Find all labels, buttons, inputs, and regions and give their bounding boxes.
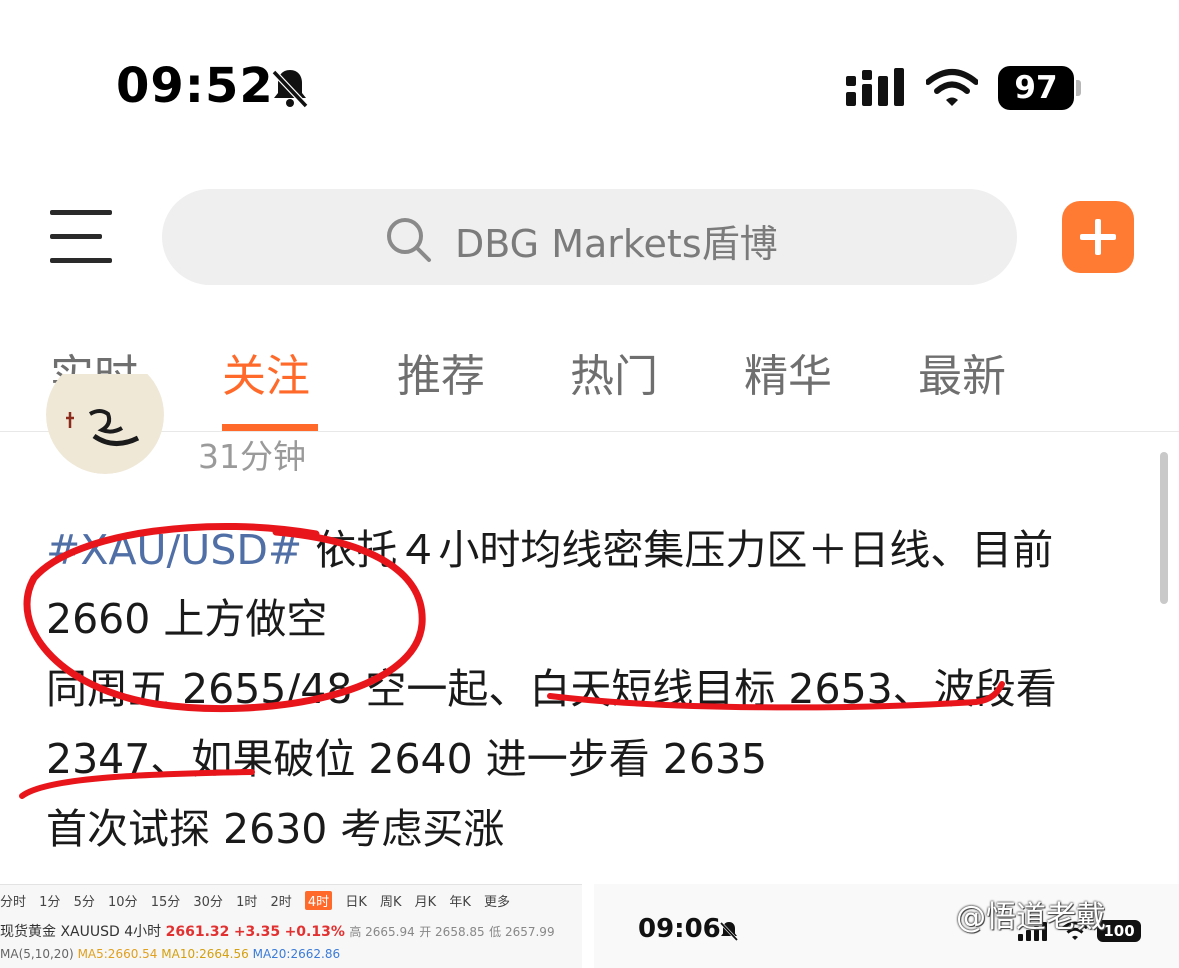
add-post-button[interactable] bbox=[1062, 201, 1134, 273]
search-bar[interactable]: DBG Markets盾博 bbox=[162, 189, 1017, 285]
period-option: 30分 bbox=[193, 895, 223, 910]
menu-icon-bar bbox=[50, 258, 112, 263]
ma-label: MA(5,10,20) bbox=[0, 947, 74, 961]
period-option: 年K bbox=[449, 895, 471, 910]
avatar-calligraphy-logo bbox=[66, 409, 140, 446]
period-option: 5分 bbox=[73, 895, 95, 910]
menu-icon-bar bbox=[50, 210, 112, 215]
battery-level: 97 bbox=[1014, 70, 1058, 106]
post-text-line: 2660 上方做空 bbox=[46, 595, 328, 643]
tab-featured[interactable]: 精华 bbox=[744, 340, 832, 404]
tab-latest[interactable]: 最新 bbox=[918, 340, 1006, 404]
price-change-pct: +0.13% bbox=[284, 924, 345, 940]
high-price: 高 2665.94 bbox=[349, 925, 415, 939]
menu-icon-bar bbox=[50, 234, 102, 239]
post-text-line: #XAU/USD# 依托４小时均线密集压力区＋日线、目前 bbox=[46, 516, 1053, 576]
tab-bar: 实时 关注 推荐 热门 精华 最新 bbox=[0, 340, 1179, 432]
watermark: @悟道老戴 bbox=[956, 900, 1106, 935]
signal-icon bbox=[846, 68, 904, 106]
bell-off-icon bbox=[271, 69, 309, 109]
interval-label: 4小时 bbox=[124, 924, 162, 940]
price-change: +3.35 bbox=[233, 924, 281, 940]
symbol-name: 现货黄金 XAUUSD bbox=[0, 924, 120, 940]
period-option: 2时 bbox=[270, 895, 292, 910]
ma5-value: MA5:2660.54 bbox=[77, 947, 158, 961]
period-option: 日K bbox=[345, 895, 367, 910]
post-timestamp: 31分钟 bbox=[198, 437, 306, 476]
wifi-icon bbox=[926, 69, 978, 106]
menu-button[interactable] bbox=[50, 210, 112, 264]
period-option: 10分 bbox=[108, 895, 138, 910]
tab-recommended[interactable]: 推荐 bbox=[397, 340, 485, 404]
post-text-line: 首次试探 2630 考虑买涨 bbox=[46, 805, 505, 853]
period-option: 15分 bbox=[150, 895, 181, 910]
moving-average-row: MA(5,10,20) MA5:2660.54 MA10:2664.56 MA2… bbox=[0, 947, 340, 961]
period-option: 分时 bbox=[0, 895, 27, 910]
open-price: 开 2658.85 bbox=[419, 925, 485, 939]
tab-hot[interactable]: 热门 bbox=[570, 340, 658, 404]
scrollbar[interactable] bbox=[1160, 452, 1168, 604]
screen: 09:52 97 DBG Markets盾博 关注 推荐 热门 精华 最新 31… bbox=[0, 0, 1179, 968]
search-placeholder: DBG Markets盾博 bbox=[455, 222, 778, 266]
last-price: 2661.32 bbox=[165, 924, 230, 940]
post-text: 依托４小时均线密集压力区＋日线、目前 bbox=[302, 526, 1054, 574]
period-option-active: 4时 bbox=[304, 891, 333, 910]
low-price: 低 2657.99 bbox=[489, 925, 555, 939]
ma20-value: MA20:2662.86 bbox=[252, 947, 341, 961]
tab-following[interactable]: 关注 bbox=[222, 340, 310, 404]
period-option: 1分 bbox=[39, 895, 61, 910]
period-option: 周K bbox=[380, 895, 402, 910]
post-text-line: 同周五 2655/48 空一起、白天短线目标 2653、波段看 bbox=[46, 665, 1057, 713]
battery-icon: 97 bbox=[998, 66, 1082, 110]
ma10-value: MA10:2664.56 bbox=[161, 947, 249, 961]
quote-row: 现货黄金 XAUUSD 4小时 2661.32 +3.35 +0.13% 高 2… bbox=[0, 921, 555, 941]
period-option: 1时 bbox=[236, 895, 258, 910]
search-icon bbox=[387, 218, 431, 262]
period-option: 月K bbox=[414, 895, 437, 910]
author-avatar[interactable] bbox=[46, 374, 164, 474]
status-time: 09:52 bbox=[116, 58, 274, 114]
thumbnail-status-time: 09:06 bbox=[638, 914, 721, 944]
divider bbox=[0, 431, 1179, 432]
post-text-line: 2347、如果破位 2640 进一步看 2635 bbox=[46, 735, 768, 783]
image-thumbnail-chart[interactable]: 分时 1分 5分 10分 15分 30分 1时 2时 4时 日K 周K 月K 年… bbox=[0, 884, 582, 968]
bell-off-icon bbox=[719, 921, 739, 942]
period-selector: 分时 1分 5分 10分 15分 30分 1时 2时 4时 日K 周K 月K 年… bbox=[0, 891, 519, 913]
hashtag-link[interactable]: #XAU/USD# bbox=[46, 526, 302, 574]
battery-tip bbox=[1076, 80, 1081, 96]
period-option: 更多 bbox=[484, 895, 511, 910]
